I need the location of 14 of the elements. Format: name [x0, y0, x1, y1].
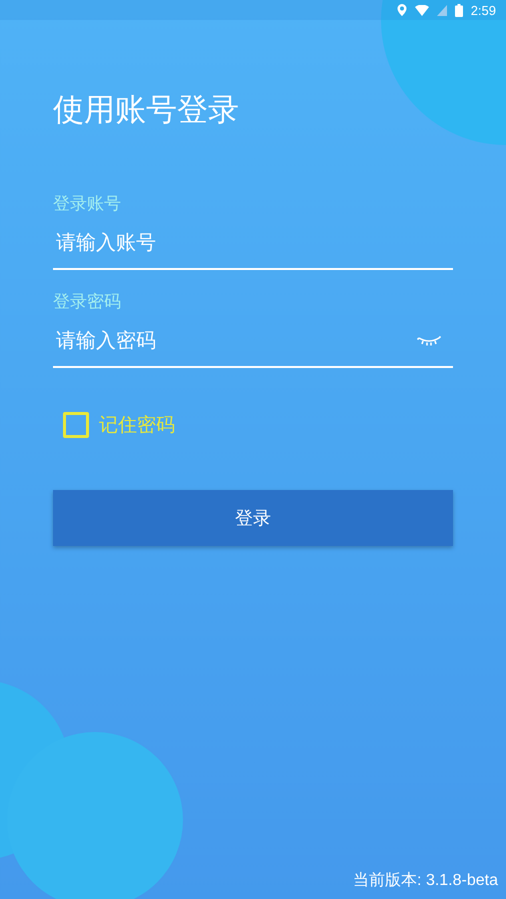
- field-label: 登录密码: [53, 291, 121, 314]
- closed-eye-icon[interactable]: [417, 336, 441, 346]
- page-title: 使用账号登录: [53, 91, 240, 130]
- password-field[interactable]: 请输入密码: [53, 314, 453, 368]
- status-time: 2:59: [470, 2, 496, 18]
- remember-label: 记住密码: [99, 413, 175, 438]
- account-field[interactable]: 请输入账号: [53, 216, 453, 270]
- no-signal-icon: [436, 4, 447, 16]
- version-text: 当前版本: 3.1.8-beta: [353, 870, 498, 891]
- login-button[interactable]: 登录: [53, 490, 453, 546]
- checkbox-square[interactable]: [63, 412, 89, 438]
- location-icon: [396, 4, 407, 16]
- field-label: 登录账号: [53, 193, 121, 216]
- wifi-icon: [414, 4, 429, 16]
